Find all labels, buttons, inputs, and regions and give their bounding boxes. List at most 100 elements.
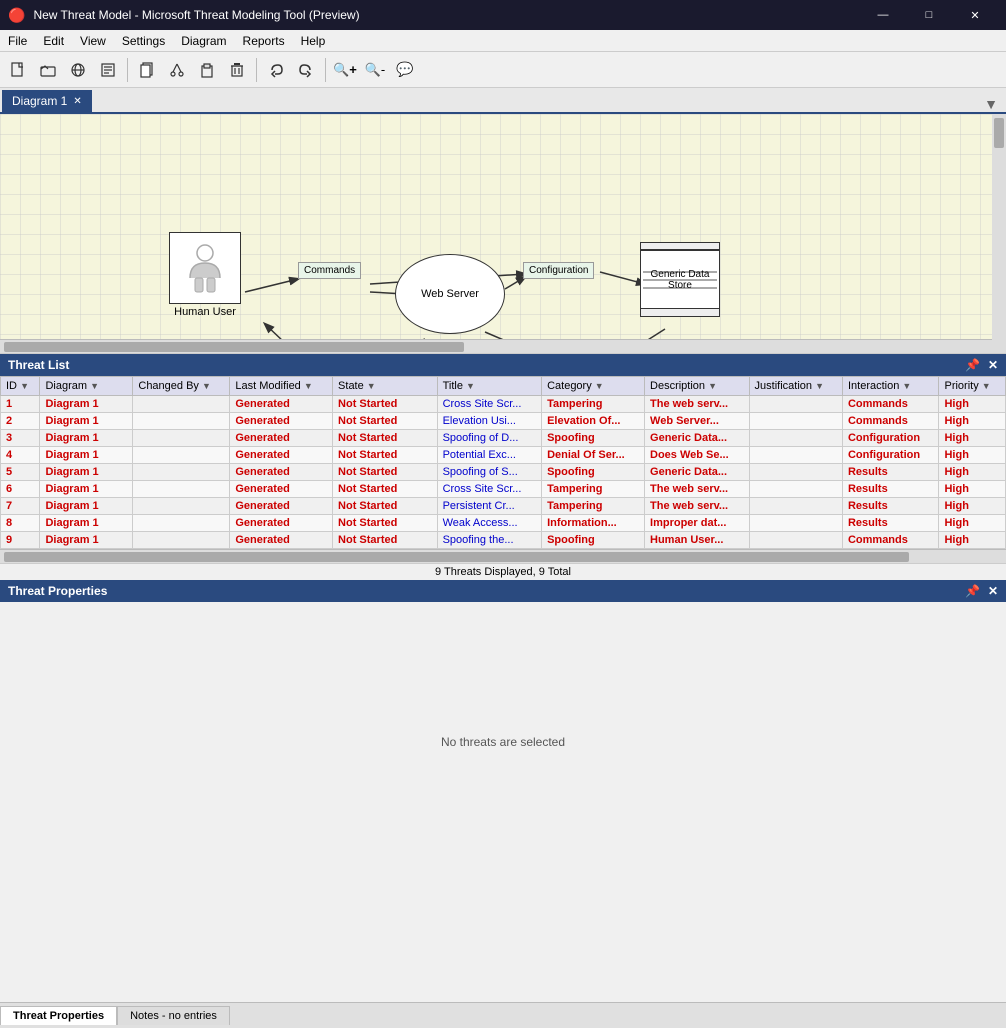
table-row[interactable]: 6Diagram 1GeneratedNot StartedCross Site… [1, 481, 1006, 498]
table-cell[interactable]: Weak Access... [437, 515, 542, 532]
diagram-vscroll[interactable] [992, 114, 1006, 353]
undo-button[interactable] [262, 56, 290, 84]
table-cell[interactable]: Spoofing of D... [437, 430, 542, 447]
table-cell[interactable]: High [939, 498, 1006, 515]
table-cell[interactable]: Tampering [542, 396, 645, 413]
web-button[interactable] [64, 56, 92, 84]
table-cell[interactable]: Generated [230, 413, 333, 430]
commands-flow-label[interactable]: Commands [298, 262, 361, 279]
table-hscroll-thumb[interactable] [4, 552, 909, 562]
table-cell[interactable]: Results [842, 515, 939, 532]
table-cell[interactable]: Generated [230, 447, 333, 464]
table-cell[interactable] [749, 515, 842, 532]
minimize-button[interactable]: — [860, 0, 906, 30]
table-row[interactable]: 4Diagram 1GeneratedNot StartedPotential … [1, 447, 1006, 464]
menu-reports[interactable]: Reports [235, 32, 293, 50]
table-cell[interactable]: Diagram 1 [40, 396, 133, 413]
table-cell[interactable]: Spoofing the... [437, 532, 542, 549]
table-cell[interactable] [749, 464, 842, 481]
table-cell[interactable]: Tampering [542, 498, 645, 515]
threat-table-scroll[interactable]: ID ▼ Diagram ▼ Changed By ▼ Last Modifie… [0, 376, 1006, 549]
menu-settings[interactable]: Settings [114, 32, 173, 50]
table-cell[interactable] [749, 532, 842, 549]
table-cell[interactable] [749, 498, 842, 515]
pin-icon[interactable]: 📌 [965, 358, 980, 372]
table-cell[interactable]: Commands [842, 532, 939, 549]
table-cell[interactable]: Not Started [333, 464, 438, 481]
paste-button[interactable] [193, 56, 221, 84]
table-row[interactable]: 5Diagram 1GeneratedNot StartedSpoofing o… [1, 464, 1006, 481]
table-cell[interactable]: Diagram 1 [40, 447, 133, 464]
cut-button[interactable] [163, 56, 191, 84]
menu-edit[interactable]: Edit [35, 32, 72, 50]
close-button[interactable]: ✕ [952, 0, 998, 30]
table-cell[interactable]: High [939, 430, 1006, 447]
table-cell[interactable] [749, 481, 842, 498]
table-row[interactable]: 1Diagram 1GeneratedNot StartedCross Site… [1, 396, 1006, 413]
table-cell[interactable] [133, 532, 230, 549]
table-cell[interactable]: Not Started [333, 498, 438, 515]
col-id[interactable]: ID ▼ [1, 377, 40, 396]
table-cell[interactable]: 4 [1, 447, 40, 464]
table-cell[interactable]: Diagram 1 [40, 515, 133, 532]
table-cell[interactable] [133, 447, 230, 464]
table-cell[interactable]: Persistent Cr... [437, 498, 542, 515]
table-cell[interactable] [749, 413, 842, 430]
table-cell[interactable]: Spoofing [542, 464, 645, 481]
zoom-in-button[interactable]: 🔍+ [331, 56, 359, 84]
col-interaction[interactable]: Interaction ▼ [842, 377, 939, 396]
table-cell[interactable]: High [939, 413, 1006, 430]
table-cell[interactable]: Diagram 1 [40, 498, 133, 515]
table-cell[interactable]: Generated [230, 464, 333, 481]
hscroll-thumb[interactable] [4, 342, 464, 352]
table-cell[interactable]: Does Web Se... [645, 447, 750, 464]
table-cell[interactable]: Commands [842, 396, 939, 413]
menu-file[interactable]: File [0, 32, 35, 50]
table-row[interactable]: 9Diagram 1GeneratedNot StartedSpoofing t… [1, 532, 1006, 549]
web-server-element[interactable]: Web Server [395, 254, 505, 334]
table-row[interactable]: 7Diagram 1GeneratedNot StartedPersistent… [1, 498, 1006, 515]
table-cell[interactable]: Not Started [333, 515, 438, 532]
diagram-hscroll[interactable] [0, 339, 992, 353]
table-cell[interactable] [749, 430, 842, 447]
table-cell[interactable]: Cross Site Scr... [437, 396, 542, 413]
table-cell[interactable] [749, 396, 842, 413]
table-cell[interactable]: Generated [230, 515, 333, 532]
maximize-button[interactable]: □ [906, 0, 952, 30]
table-cell[interactable]: Improper dat... [645, 515, 750, 532]
table-cell[interactable]: Denial Of Ser... [542, 447, 645, 464]
table-cell[interactable]: Generated [230, 532, 333, 549]
table-cell[interactable] [133, 413, 230, 430]
col-diagram[interactable]: Diagram ▼ [40, 377, 133, 396]
bottom-tab-notes[interactable]: Notes - no entries [117, 1006, 230, 1025]
table-cell[interactable]: Elevation Of... [542, 413, 645, 430]
col-changedby[interactable]: Changed By ▼ [133, 377, 230, 396]
table-cell[interactable]: Results [842, 498, 939, 515]
table-cell[interactable]: 3 [1, 430, 40, 447]
table-cell[interactable]: Spoofing [542, 430, 645, 447]
table-cell[interactable]: 6 [1, 481, 40, 498]
table-cell[interactable] [749, 447, 842, 464]
table-cell[interactable] [133, 498, 230, 515]
close-panel-icon[interactable]: ✕ [988, 358, 998, 372]
tab-close-button[interactable]: ✕ [73, 96, 81, 107]
table-cell[interactable] [133, 464, 230, 481]
table-cell[interactable]: Results [842, 481, 939, 498]
table-row[interactable]: 2Diagram 1GeneratedNot StartedElevation … [1, 413, 1006, 430]
table-cell[interactable]: Spoofing [542, 532, 645, 549]
table-cell[interactable]: 7 [1, 498, 40, 515]
table-cell[interactable]: Information... [542, 515, 645, 532]
table-cell[interactable]: Configuration [842, 430, 939, 447]
table-cell[interactable]: Generated [230, 481, 333, 498]
table-cell[interactable]: 9 [1, 532, 40, 549]
table-hscroll[interactable] [0, 549, 1006, 563]
col-title[interactable]: Title ▼ [437, 377, 542, 396]
table-cell[interactable]: Results [842, 464, 939, 481]
table-cell[interactable]: High [939, 396, 1006, 413]
table-cell[interactable]: Spoofing of S... [437, 464, 542, 481]
col-modified[interactable]: Last Modified ▼ [230, 377, 333, 396]
table-cell[interactable]: Diagram 1 [40, 413, 133, 430]
table-cell[interactable]: Diagram 1 [40, 532, 133, 549]
table-cell[interactable]: Not Started [333, 430, 438, 447]
delete-button[interactable] [223, 56, 251, 84]
